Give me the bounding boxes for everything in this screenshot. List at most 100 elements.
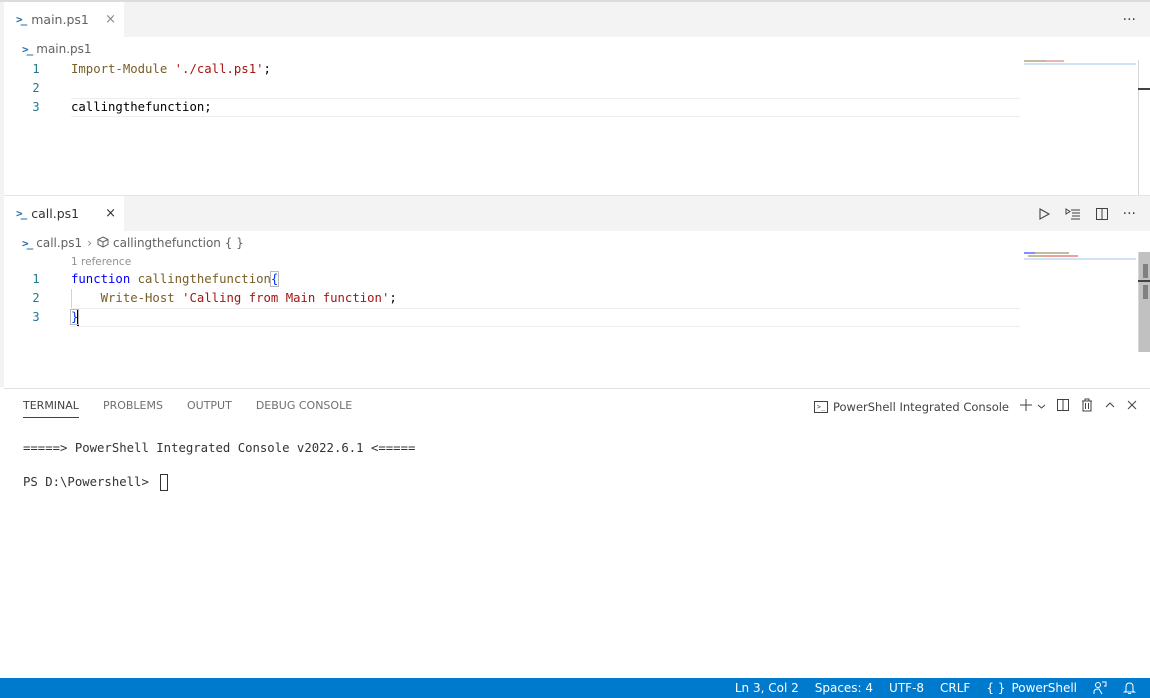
tab-bar: >_ main.ps1 × ··· [4,2,1150,37]
more-actions-icon[interactable]: ··· [1123,12,1136,28]
breadcrumb-file[interactable]: main.ps1 [36,42,91,56]
minimap-line [1024,60,1064,62]
code-token: ; [389,291,397,305]
close-icon[interactable]: × [105,206,116,221]
breadcrumb: >_ call.ps1 › callingthefunction { } [22,233,244,253]
code-editor[interactable]: 1 reference 1 function callingthefunction… [4,254,1020,327]
code-line[interactable]: 3 callingthefunction; [4,98,1020,117]
feedback-icon[interactable] [1093,681,1107,695]
code-token: Write-Host [71,291,183,305]
line-number: 2 [32,291,40,305]
code-line[interactable]: 3} [4,308,1020,327]
breadcrumb-symbol[interactable]: callingthefunction { } [113,236,244,250]
line-number: 1 [32,272,40,286]
codelens-references[interactable]: 1 reference [4,254,1020,270]
current-line-highlight [71,308,1020,327]
maximize-panel-icon[interactable] [1104,399,1116,414]
run-selection-icon[interactable] [1065,207,1081,221]
end-of-line[interactable]: CRLF [940,681,970,695]
close-panel-icon[interactable] [1126,399,1138,414]
new-terminal-icon[interactable] [1019,398,1033,415]
tab-call-ps1[interactable]: >_ call.ps1 × [4,196,124,231]
cursor-marker [1138,88,1150,90]
close-icon[interactable]: × [105,12,116,27]
language-label: PowerShell [1011,681,1077,695]
vertical-scrollbar[interactable] [1138,252,1150,352]
notifications-bell-icon[interactable] [1123,681,1136,695]
panel-actions: >_ PowerShell Integrated Console [813,398,1138,415]
code-line[interactable]: 2 Write-Host 'Calling from Main function… [4,289,1020,308]
editor-group-call: >_ call.ps1 × ··· >_ call.ps1 › callingt… [4,195,1150,388]
bottom-panel: TERMINAL PROBLEMS OUTPUT DEBUG CONSOLE >… [4,388,1150,678]
tab-bar: >_ call.ps1 × ··· [4,196,1150,231]
tab-problems[interactable]: PROBLEMS [103,399,163,418]
terminal-selector[interactable]: >_ PowerShell Integrated Console [813,400,1009,414]
powershell-icon: >_ [22,236,33,250]
minimap-current-line [1024,258,1136,260]
code-token: './call.ps1' [174,62,264,76]
code-token: { [269,271,280,287]
breadcrumb: >_ main.ps1 [22,39,92,59]
terminal-prompt: PS D:\Powershell> [23,475,157,489]
terminal-prompt-line[interactable]: PS D:\Powershell> [23,473,415,492]
code-text: Write-Host 'Calling from Main function'; [71,289,397,308]
code-line[interactable]: 1 Import-Module './call.ps1'; [4,60,1020,79]
run-icon[interactable] [1037,207,1051,221]
symbol-function-icon [97,235,109,251]
terminal-icon: >_ [813,400,828,413]
editor-group-main: >_ main.ps1 × ··· >_ main.ps1 1 Import-Mo… [4,2,1150,195]
overview-ruler[interactable] [1138,60,1150,195]
code-token: ; [263,62,271,76]
split-terminal-icon[interactable] [1056,398,1070,415]
code-text: function callingthefunction{ [71,270,280,289]
chevron-down-icon[interactable] [1037,400,1046,414]
vscode-window: >_ main.ps1 × ··· >_ main.ps1 1 Import-Mo… [0,0,1150,698]
minimap[interactable] [1024,252,1136,260]
minimap-line [1028,255,1078,257]
code-editor[interactable]: 1 Import-Module './call.ps1'; 2 3 callingthe… [4,60,1020,117]
scroll-marker [1143,285,1148,299]
code-text: } [69,308,80,327]
text-cursor [77,309,80,326]
braces-icon: { } [986,681,1006,695]
code-token: Import-Module [71,62,175,76]
code-line[interactable]: 2 [4,79,1020,98]
chevron-right-icon: › [87,236,92,250]
panel-tabs: TERMINAL PROBLEMS OUTPUT DEBUG CONSOLE [23,399,352,418]
line-number: 3 [32,310,40,324]
minimap[interactable] [1024,60,1136,65]
code-token: callingthefunction [137,272,271,286]
powershell-icon: >_ [16,13,27,26]
scroll-marker [1143,264,1148,278]
powershell-icon: >_ [22,42,33,56]
tab-debug-console[interactable]: DEBUG CONSOLE [256,399,352,418]
tab-output[interactable]: OUTPUT [187,399,232,418]
terminal-banner: =====> PowerShell Integrated Console v20… [23,441,416,455]
language-mode[interactable]: { } PowerShell [986,681,1077,695]
split-editor-icon[interactable] [1095,207,1109,221]
code-text: Import-Module './call.ps1'; [71,60,271,79]
encoding[interactable]: UTF-8 [889,681,924,695]
current-line-highlight [71,98,1020,117]
tab-label: call.ps1 [31,206,80,221]
minimap-current-line [1024,63,1136,65]
tab-main-ps1[interactable]: >_ main.ps1 × [4,2,124,37]
minimap-line [1024,252,1069,254]
line-number: 3 [32,100,40,114]
breadcrumb-file[interactable]: call.ps1 [36,236,82,250]
indentation[interactable]: Spaces: 4 [815,681,873,695]
tab-label: main.ps1 [31,12,89,27]
tab-terminal[interactable]: TERMINAL [23,399,79,418]
code-line[interactable]: 1 function callingthefunction{ [4,270,1020,289]
terminal-output[interactable]: =====> PowerShell Integrated Console v20… [23,439,415,492]
more-actions-icon[interactable]: ··· [1123,206,1136,222]
code-token: callingthefunction; [71,100,212,114]
trash-icon[interactable] [1080,398,1094,415]
powershell-icon: >_ [16,207,27,220]
editor-actions: ··· [1037,196,1136,231]
line-number: 2 [32,81,40,95]
cursor-marker [1138,280,1150,282]
code-token: function [71,272,138,286]
cursor-position[interactable]: Ln 3, Col 2 [735,681,799,695]
status-bar: Ln 3, Col 2 Spaces: 4 UTF-8 CRLF { } Powe… [0,678,1150,698]
